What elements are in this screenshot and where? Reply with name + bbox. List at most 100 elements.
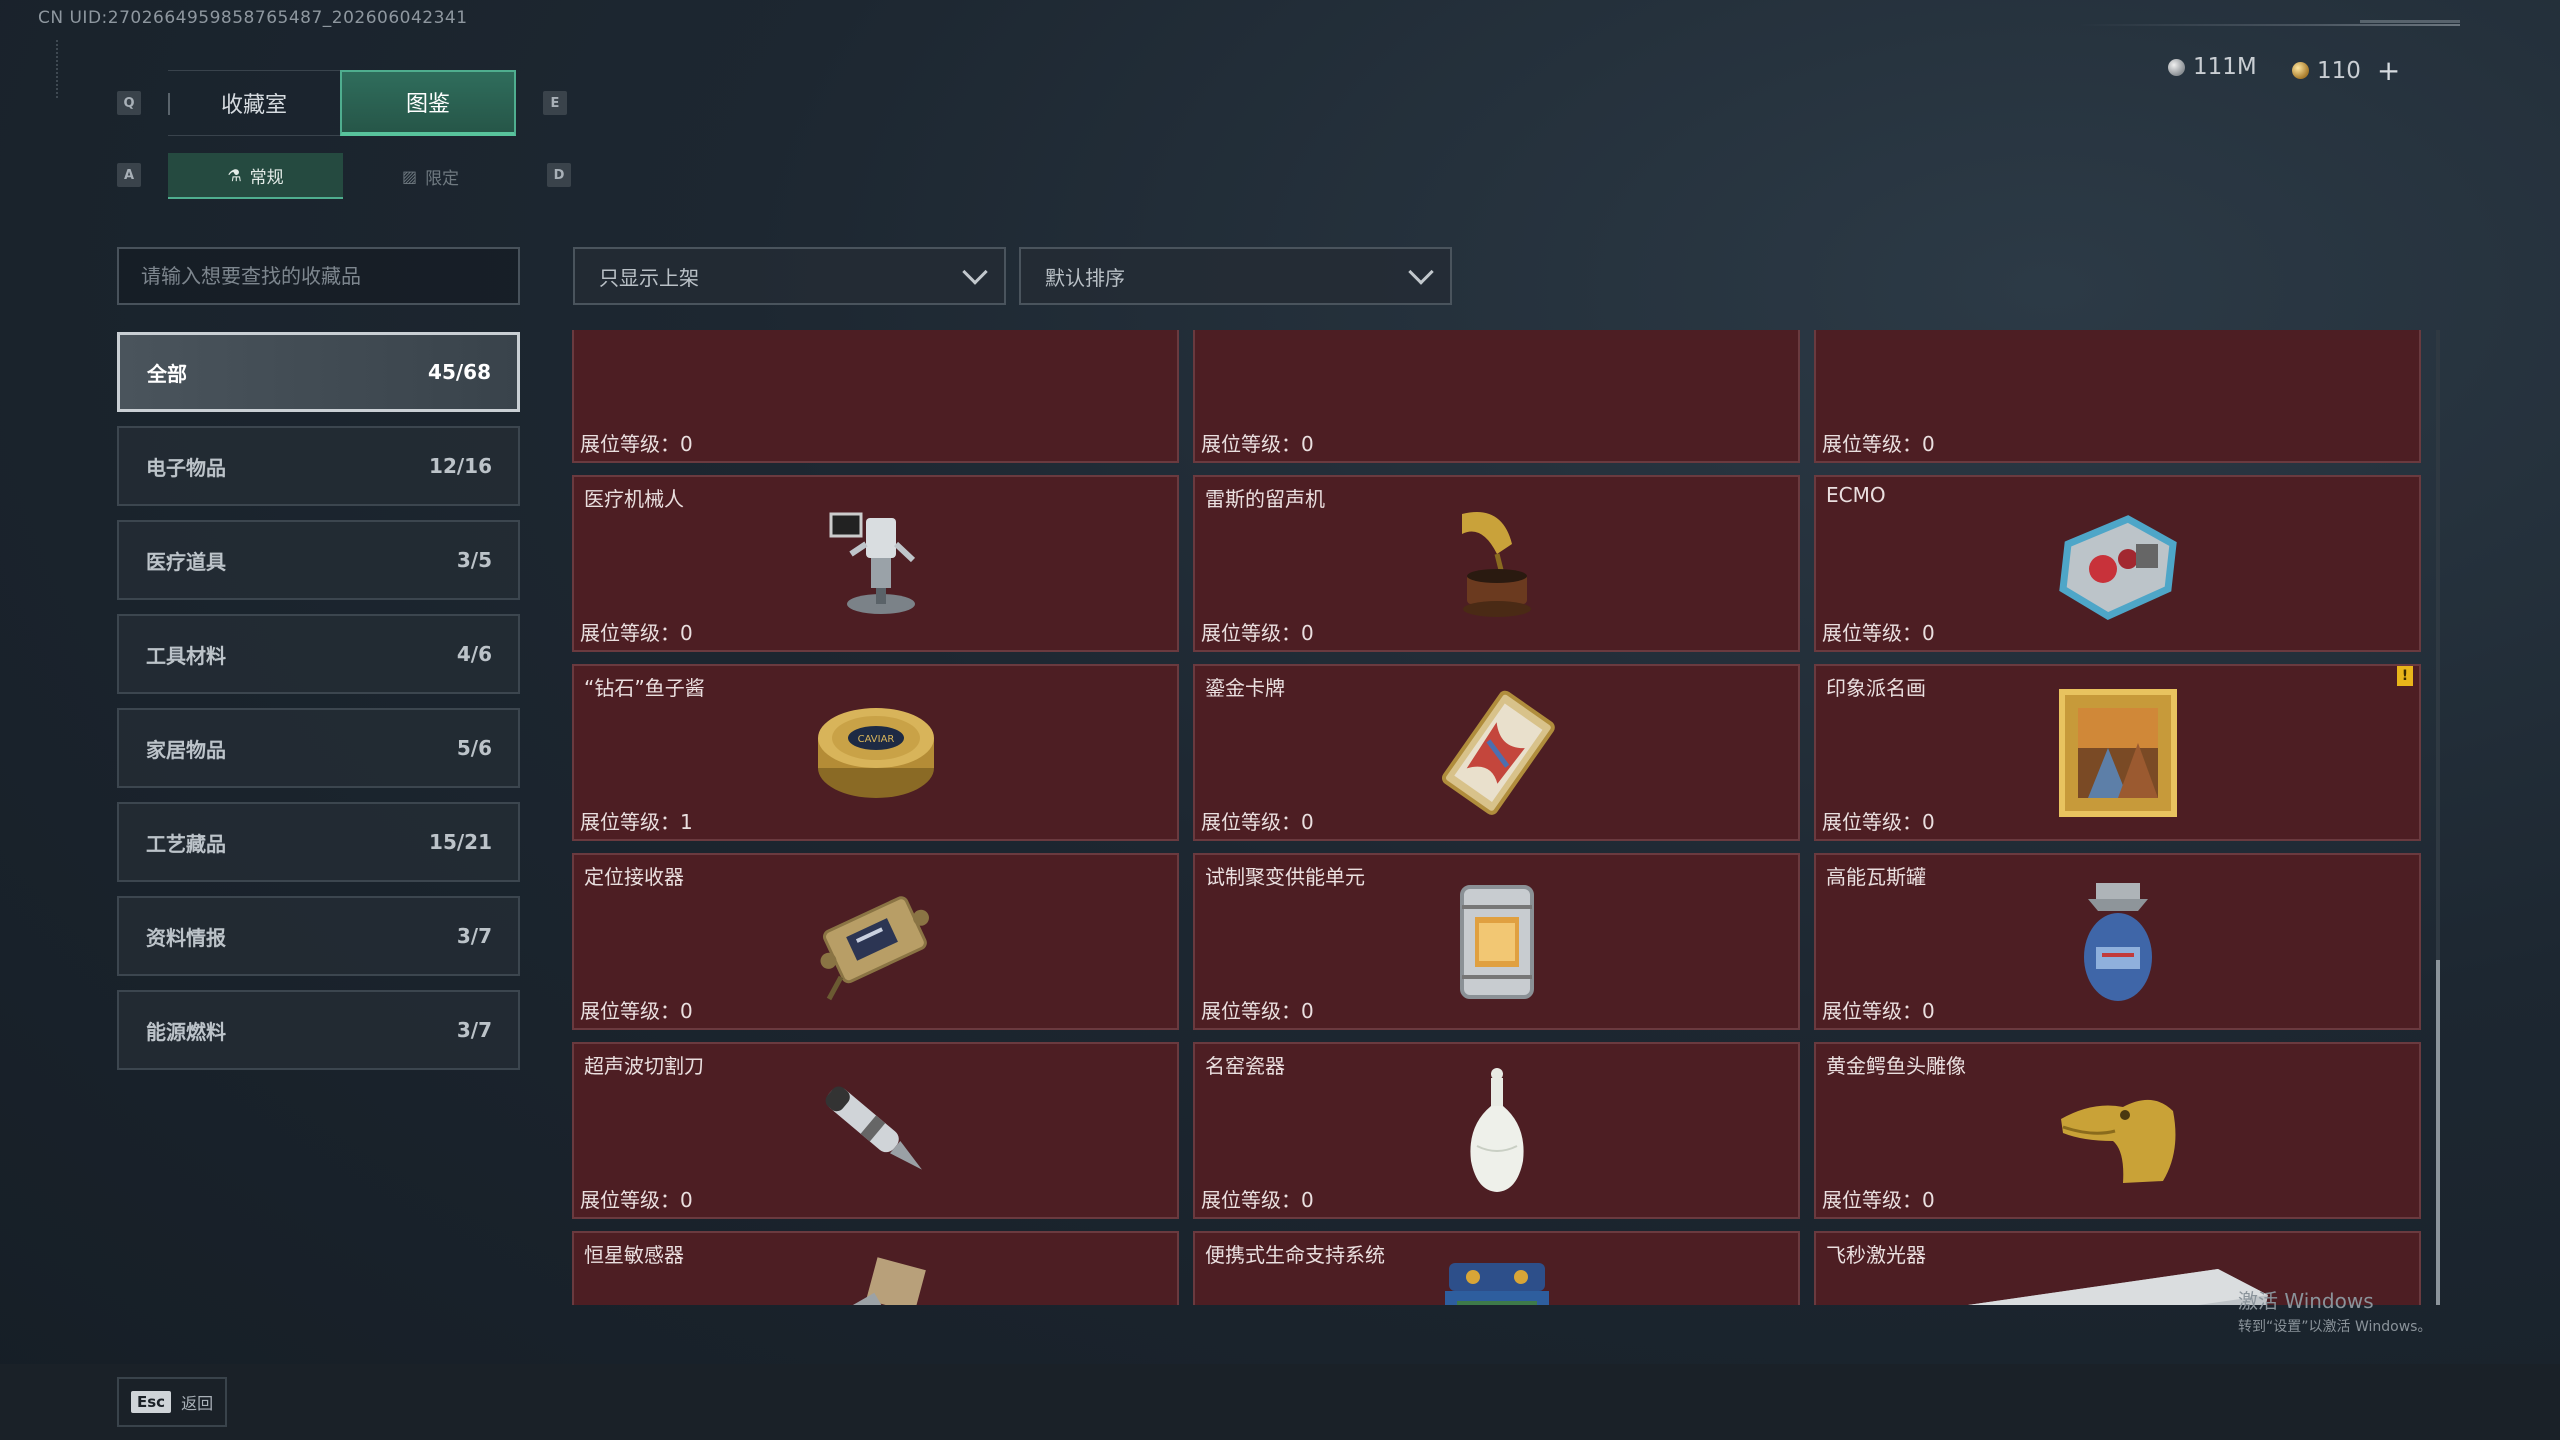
item-name: 恒星敏感器 xyxy=(584,1243,684,1267)
item-card[interactable]: 便携式生命支持系统 展位等级：0 xyxy=(1193,1231,1800,1305)
item-name: 超声波切割刀 xyxy=(584,1054,704,1078)
subtab-regular[interactable]: ⚗ 常规 xyxy=(168,153,343,199)
item-card[interactable]: 展位等级：0 xyxy=(1814,330,2421,463)
key-hint-d: D xyxy=(547,163,571,187)
category-all[interactable]: 全部 45/68 xyxy=(117,332,520,412)
category-list: 全部 45/68 电子物品 12/16 医疗道具 3/5 工具材料 4/6 家居物品 5/… xyxy=(117,332,520,1084)
activation-watermark: 激活 Windows 转到“设置”以激活 Windows。 xyxy=(2238,1285,2431,1336)
item-level: 展位等级：0 xyxy=(1201,1188,1314,1212)
category-label: 工具材料 xyxy=(146,643,226,668)
category-label: 医疗道具 xyxy=(146,549,226,574)
item-card[interactable]: 试制聚变供能单元 展位等级：0 xyxy=(1193,853,1800,1030)
item-card[interactable]: 名窑瓷器 展位等级：0 xyxy=(1193,1042,1800,1219)
silver-coin-icon xyxy=(2168,58,2185,76)
item-grid-viewport[interactable]: 展位等级：0 展位等级：0 展位等级：0 医疗机械人 展位等级：0 雷斯的留声机… xyxy=(572,330,2426,1305)
category-label: 电子物品 xyxy=(146,455,226,480)
tab-catalog[interactable]: 图鉴 xyxy=(340,70,516,136)
availability-dropdown[interactable]: 只显示上架 xyxy=(573,247,1006,305)
grid-scrollbar[interactable] xyxy=(2436,330,2440,1305)
item-card[interactable]: “钻石”鱼子酱 CAVIAR 展位等级：1 xyxy=(572,664,1179,841)
category-intel[interactable]: 资料情报 3/7 xyxy=(117,896,520,976)
uid-label: CN UID:2702664959858765487_202606042341 xyxy=(38,8,468,28)
back-button[interactable]: Esc 返回 xyxy=(117,1377,227,1427)
gold-amount: 110 xyxy=(2317,57,2361,84)
gold-coin-icon xyxy=(2292,62,2309,79)
category-crafts[interactable]: 工艺藏品 15/21 xyxy=(117,802,520,882)
item-name: 定位接收器 xyxy=(584,865,684,889)
esc-key-hint: Esc xyxy=(131,1391,172,1413)
bottle-icon: ⚗ xyxy=(227,165,242,185)
item-card[interactable]: ECMO 展位等级：0 xyxy=(1814,475,2421,652)
category-label: 能源燃料 xyxy=(146,1019,226,1044)
category-count: 3/7 xyxy=(456,924,492,948)
item-level: 展位等级：1 xyxy=(580,810,693,834)
item-name: 便携式生命支持系统 xyxy=(1205,1243,1385,1267)
category-count: 12/16 xyxy=(429,454,492,478)
item-grid: 展位等级：0 展位等级：0 展位等级：0 医疗机械人 展位等级：0 雷斯的留声机… xyxy=(572,330,2421,1305)
item-card[interactable]: 鎏金卡牌 展位等级：0 xyxy=(1193,664,1800,841)
item-name: 医疗机械人 xyxy=(584,487,684,511)
item-level: 展位等级：0 xyxy=(1201,621,1314,645)
tab-label: 收藏室 xyxy=(220,93,287,118)
category-count: 3/5 xyxy=(456,548,492,572)
item-name: 飞秒激光器 xyxy=(1826,1243,1926,1267)
sort-dropdown[interactable]: 默认排序 xyxy=(1019,247,1452,305)
item-name: 试制聚变供能单元 xyxy=(1205,865,1365,889)
item-level: 展位等级：0 xyxy=(580,432,693,456)
category-count: 3/7 xyxy=(456,1018,492,1042)
item-name: “钻石”鱼子酱 xyxy=(584,676,705,700)
sub-tab-bar: ⚗ 常规 ▨ 限定 xyxy=(168,153,518,199)
search-input[interactable] xyxy=(117,247,520,305)
star-sensor-icon xyxy=(801,1255,951,1305)
item-name: 高能瓦斯罐 xyxy=(1826,865,1926,889)
tab-collection-room[interactable]: 收藏室 xyxy=(168,70,340,136)
category-household[interactable]: 家居物品 5/6 xyxy=(117,708,520,788)
gold-currency: 110 + xyxy=(2292,54,2400,87)
item-card[interactable]: 印象派名画 ! 展位等级：0 xyxy=(1814,664,2421,841)
item-card[interactable]: 医疗机械人 展位等级：0 xyxy=(572,475,1179,652)
silver-currency: 111M xyxy=(2168,54,2257,80)
gilded-card-icon xyxy=(1422,688,1572,818)
item-name: ECMO xyxy=(1826,483,1886,507)
key-hint-a: A xyxy=(117,163,141,187)
top-divider xyxy=(2080,24,2460,26)
porcelain-vase-icon xyxy=(1422,1066,1572,1196)
item-card[interactable]: 黄金鳄鱼头雕像 展位等级：0 xyxy=(1814,1042,2421,1219)
category-count: 4/6 xyxy=(456,642,492,666)
category-energy[interactable]: 能源燃料 3/7 xyxy=(117,990,520,1070)
subtab-label: 常规 xyxy=(249,167,284,188)
watermark-title: 激活 Windows xyxy=(2238,1289,2374,1313)
item-card[interactable]: 展位等级：0 xyxy=(572,330,1179,463)
category-label: 工艺藏品 xyxy=(146,831,226,856)
item-card[interactable]: 定位接收器 展位等级：0 xyxy=(572,853,1179,1030)
tab-label: 图鉴 xyxy=(405,92,450,117)
chevron-down-icon xyxy=(962,259,988,285)
caviar-tin-icon: CAVIAR xyxy=(801,688,951,818)
ecmo-icon xyxy=(2043,499,2193,629)
item-level: 展位等级：0 xyxy=(1201,810,1314,834)
chevron-down-icon xyxy=(1408,259,1434,285)
item-card[interactable]: 雷斯的留声机 展位等级：0 xyxy=(1193,475,1800,652)
fusion-unit-icon xyxy=(1422,877,1572,1007)
add-currency-button[interactable]: + xyxy=(2377,54,2400,87)
category-medical[interactable]: 医疗道具 3/5 xyxy=(117,520,520,600)
item-level: 展位等级：0 xyxy=(1201,999,1314,1023)
scrollbar-thumb[interactable] xyxy=(2436,960,2440,1305)
item-card[interactable]: 恒星敏感器 展位等级：0 xyxy=(572,1231,1179,1305)
item-card[interactable]: 高能瓦斯罐 展位等级：0 xyxy=(1814,853,2421,1030)
category-electronics[interactable]: 电子物品 12/16 xyxy=(117,426,520,506)
svg-text:CAVIAR: CAVIAR xyxy=(857,734,894,745)
subtab-label: 限定 xyxy=(425,168,460,189)
category-tools[interactable]: 工具材料 4/6 xyxy=(117,614,520,694)
item-card[interactable]: 展位等级：0 xyxy=(1193,330,1800,463)
item-card[interactable]: 超声波切割刀 展位等级：0 xyxy=(572,1042,1179,1219)
item-level: 展位等级：0 xyxy=(580,999,693,1023)
item-name: 鎏金卡牌 xyxy=(1205,676,1285,700)
item-level: 展位等级：0 xyxy=(580,1188,693,1212)
subtab-limited[interactable]: ▨ 限定 xyxy=(343,153,518,199)
category-count: 45/68 xyxy=(428,360,491,384)
gas-canister-icon xyxy=(2043,877,2193,1007)
main-tab-bar: 收藏室 图鉴 xyxy=(168,70,516,136)
new-badge: ! xyxy=(2397,666,2413,686)
item-name: 印象派名画 xyxy=(1826,676,1926,700)
